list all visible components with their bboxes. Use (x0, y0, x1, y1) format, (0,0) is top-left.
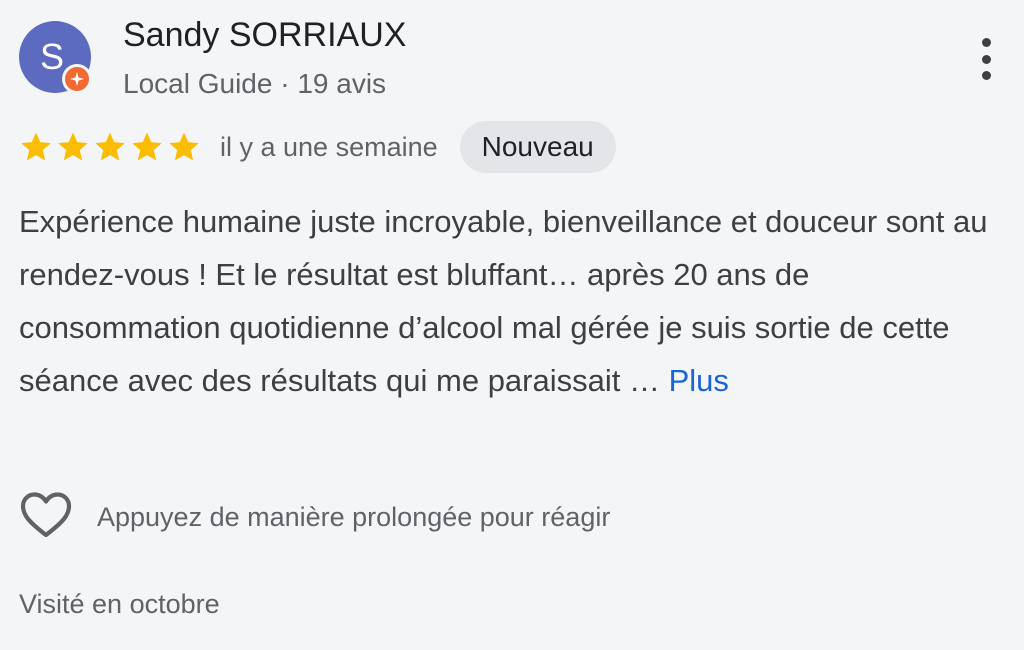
review-body: Expérience humaine juste incroyable, bie… (19, 204, 988, 398)
star-icon (169, 132, 199, 161)
more-link[interactable]: Plus (669, 363, 729, 398)
review-card: S Sandy SORRIAUX Local Guide · 19 avis i… (0, 0, 1024, 650)
review-time: il y a une semaine (220, 131, 438, 162)
reviewer-name[interactable]: Sandy SORRIAUX (123, 16, 406, 55)
avatar-letter: S (39, 36, 64, 77)
star-rating (19, 130, 204, 164)
star-icon (132, 132, 162, 161)
reaction-hint: Appuyez de manière prolongée pour réagir (97, 501, 611, 532)
star-icon (95, 132, 125, 161)
new-badge: Nouveau (459, 121, 616, 173)
more-options-button[interactable] (970, 34, 1002, 84)
star-icon (58, 132, 88, 161)
visit-date: Visité en octobre (19, 589, 220, 619)
heart-outline-icon[interactable] (19, 490, 73, 544)
reviewer-meta: Local Guide · 19 avis (123, 68, 387, 99)
rating-row: il y a une semaine Nouveau (19, 121, 616, 173)
more-vertical-icon (981, 38, 991, 47)
review-text: Expérience humaine juste incroyable, bie… (19, 195, 1009, 407)
star-icon (21, 132, 51, 161)
reaction-row: Appuyez de manière prolongée pour réagir (19, 490, 610, 544)
local-guide-badge-icon (62, 64, 92, 94)
